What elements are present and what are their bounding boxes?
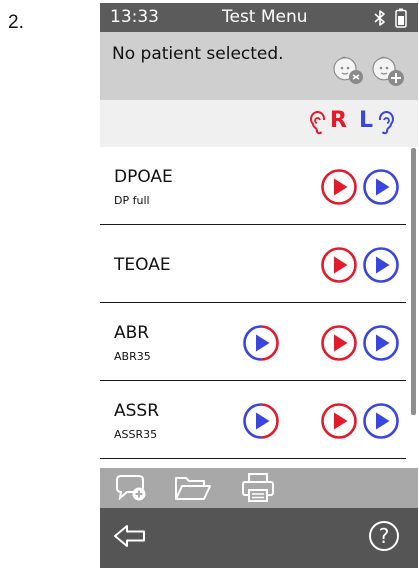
screen-title: Test Menu [222,7,308,27]
status-bar: 13:33 Test Menu [100,3,418,32]
ear-selector-bar: R L [100,100,418,147]
bluetooth-icon [374,10,385,26]
test-name: ABR [114,323,150,343]
left-ear-icon [378,111,394,135]
help-icon[interactable]: ? [368,520,400,552]
play-right-ear-button[interactable] [320,168,358,206]
test-row-dpoae[interactable]: DPOAE DP full [100,147,406,225]
play-both-ears-button[interactable] [242,402,280,440]
help-glyph: ? [379,524,390,548]
test-list[interactable]: DPOAE DP full TEOAE ABR ABR35 ASSR ASSR3… [100,147,410,468]
battery-icon [395,8,407,28]
play-right-ear-button[interactable] [320,324,358,362]
printer-icon[interactable] [240,472,276,504]
add-comment-icon[interactable] [113,473,149,503]
test-name: ASSR [114,401,160,421]
play-right-ear-button[interactable] [320,246,358,284]
play-left-ear-button[interactable] [362,168,400,206]
play-left-ear-button[interactable] [362,246,400,284]
figure-number: 2. [8,12,24,33]
test-row-abr[interactable]: ABR ABR35 [100,303,406,381]
left-ear-label: L [359,108,374,133]
patient-bar: No patient selected. [100,32,418,100]
scrollbar[interactable] [411,148,416,415]
test-protocol: ASSR35 [114,428,158,441]
right-ear-label: R [330,108,347,133]
play-both-ears-button[interactable] [242,324,280,362]
action-bar [100,468,418,508]
folder-icon[interactable] [172,473,214,503]
right-ear-icon [310,111,326,135]
test-row-assr[interactable]: ASSR ASSR35 [100,381,406,459]
test-name: DPOAE [114,167,173,187]
test-protocol: ABR35 [114,350,151,363]
add-patient-icon[interactable] [370,52,406,88]
select-patient-icon[interactable] [331,52,365,86]
status-time: 13:33 [110,7,159,27]
patient-status: No patient selected. [112,44,284,64]
back-arrow-icon[interactable] [112,523,148,549]
test-row-teoae[interactable]: TEOAE [100,225,406,303]
play-right-ear-button[interactable] [320,402,358,440]
test-name: TEOAE [114,255,171,275]
device-screen: 13:33 Test Menu No patient selected. R L… [100,3,418,568]
test-protocol: DP full [114,194,150,207]
play-left-ear-button[interactable] [362,324,400,362]
navigation-bar: ? [100,508,418,568]
play-left-ear-button[interactable] [362,402,400,440]
